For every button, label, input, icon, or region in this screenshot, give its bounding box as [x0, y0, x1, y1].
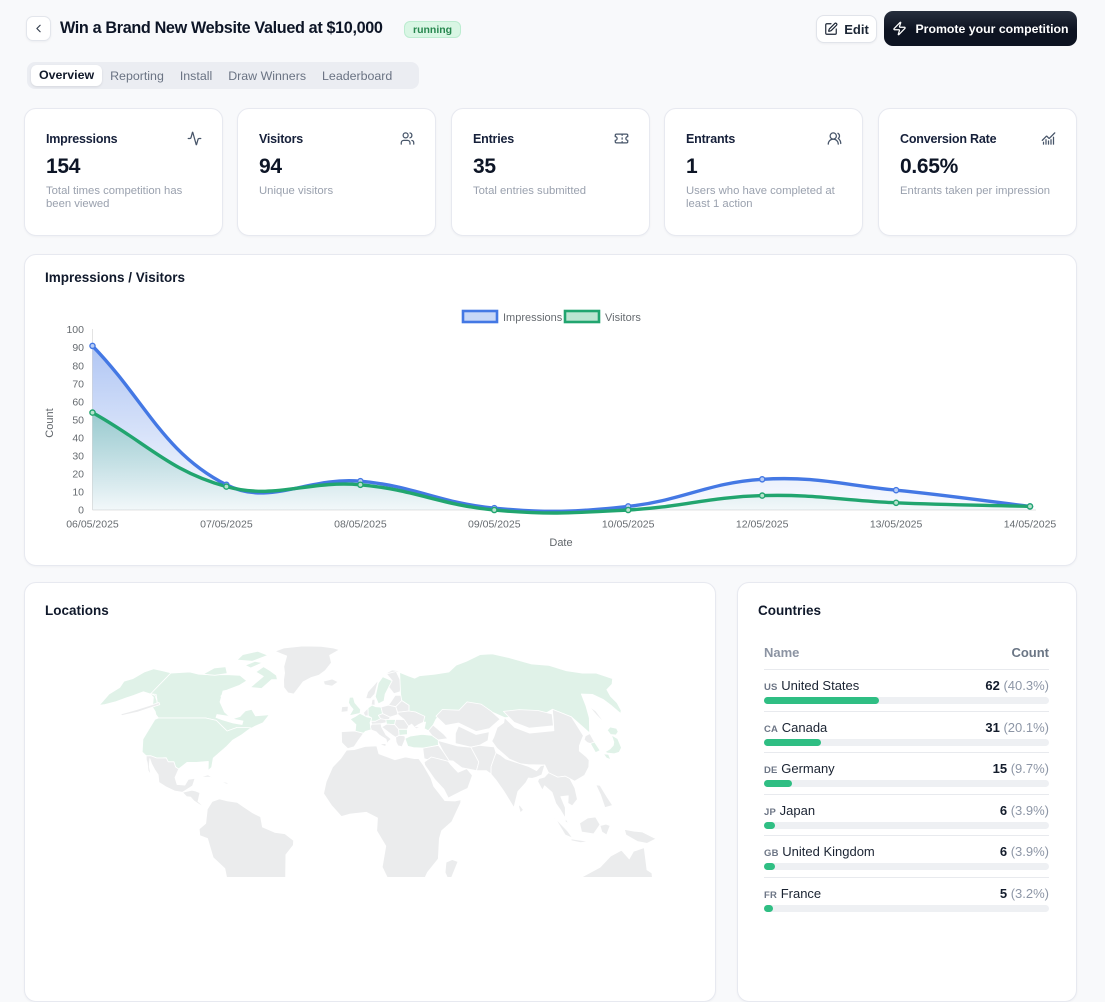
- svg-text:60: 60: [72, 396, 84, 408]
- svg-text:08/05/2025: 08/05/2025: [334, 519, 387, 531]
- svg-text:Impressions: Impressions: [503, 312, 563, 324]
- svg-text:80: 80: [72, 360, 84, 372]
- svg-text:20: 20: [72, 468, 84, 480]
- svg-text:50: 50: [72, 414, 84, 426]
- svg-text:Count: Count: [44, 408, 56, 437]
- svg-text:07/05/2025: 07/05/2025: [200, 519, 253, 531]
- svg-text:09/05/2025: 09/05/2025: [468, 519, 521, 531]
- svg-text:06/05/2025: 06/05/2025: [66, 519, 119, 531]
- svg-text:10/05/2025: 10/05/2025: [602, 519, 655, 531]
- svg-text:12/05/2025: 12/05/2025: [736, 519, 789, 531]
- svg-text:10: 10: [72, 487, 84, 499]
- svg-text:13/05/2025: 13/05/2025: [870, 519, 923, 531]
- svg-text:Visitors: Visitors: [605, 312, 641, 324]
- svg-text:30: 30: [72, 450, 84, 462]
- svg-text:14/05/2025: 14/05/2025: [1004, 519, 1057, 531]
- svg-text:100: 100: [66, 324, 84, 336]
- svg-text:40: 40: [72, 432, 84, 444]
- svg-text:0: 0: [78, 505, 84, 517]
- svg-text:Date: Date: [549, 537, 572, 549]
- svg-text:90: 90: [72, 342, 84, 354]
- svg-text:70: 70: [72, 378, 84, 390]
